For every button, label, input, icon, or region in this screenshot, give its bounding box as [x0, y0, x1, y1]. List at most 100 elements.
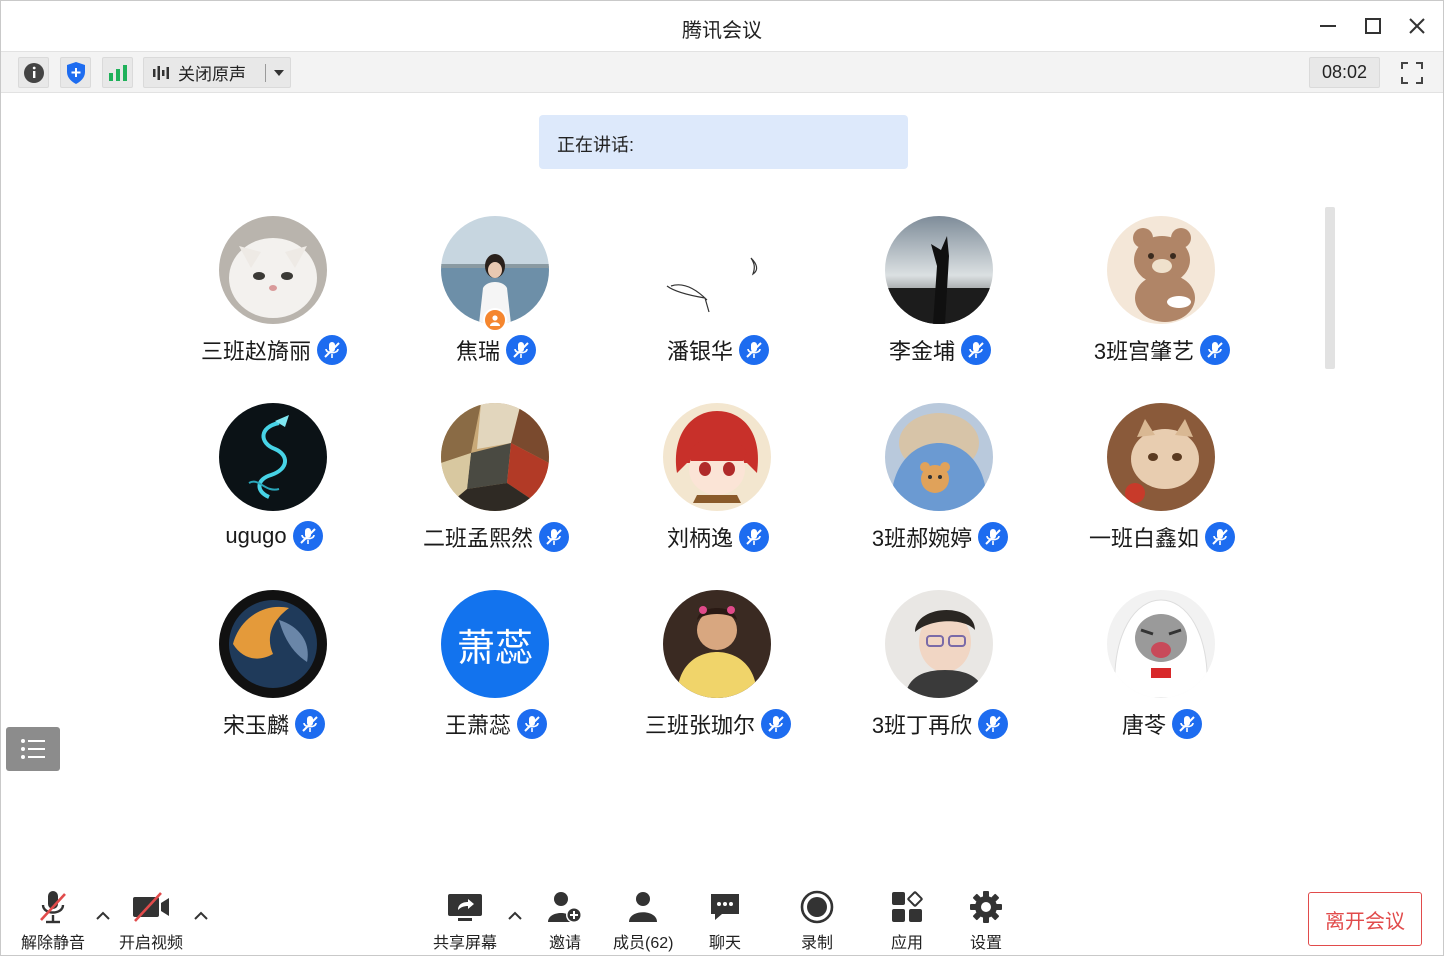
- text-avatar: 萧蕊: [441, 590, 549, 698]
- mic-muted-icon: [1172, 709, 1202, 739]
- white-cat-avatar-icon: [219, 216, 327, 324]
- participant-name: 3班郝婉婷: [871, 526, 973, 551]
- minimize-icon: [1320, 25, 1336, 27]
- chat-icon: [708, 887, 742, 927]
- participant-scrollbar[interactable]: [1325, 207, 1335, 369]
- mic-muted-icon: [978, 709, 1009, 739]
- meeting-controls: 解除静音 开启视频 共享屏幕 邀请 成员(62) 聊天 录制 应用 设置: [1, 879, 1443, 956]
- apps-icon: [890, 887, 924, 927]
- participant-name: ugugo: [225, 523, 287, 548]
- participant-name: 宋玉麟: [222, 713, 289, 738]
- participant-name: 刘柄逸: [666, 526, 733, 551]
- participant-tile[interactable]: 3班宫肇艺: [1051, 216, 1273, 386]
- record-button[interactable]: 录制: [800, 887, 834, 953]
- participant-tile[interactable]: 3班丁再欣: [829, 590, 1051, 760]
- participant-tile[interactable]: 三班赵旖丽: [163, 216, 385, 386]
- participant-name: 一班白鑫如: [1088, 526, 1199, 551]
- participant-name: 3班宫肇艺: [1093, 339, 1195, 364]
- boy-glasses-avatar-icon: [885, 590, 993, 698]
- participant-tile[interactable]: 刘柄逸: [607, 403, 829, 573]
- participant-tile[interactable]: 二班孟熙然: [385, 403, 607, 573]
- mic-muted-icon: [517, 709, 547, 739]
- record-icon: [800, 887, 834, 927]
- invite-label: 邀请: [548, 935, 581, 952]
- unmute-button[interactable]: 解除静音: [21, 887, 85, 953]
- maximize-icon: [1365, 18, 1381, 34]
- settings-button[interactable]: 设置: [969, 887, 1003, 953]
- chat-button[interactable]: 聊天: [708, 887, 742, 953]
- participant-name: 三班赵旖丽: [200, 339, 311, 364]
- mic-off-icon: [38, 887, 68, 927]
- original-sound-toggle[interactable]: 关闭原声: [143, 57, 291, 88]
- line-sketch-avatar-icon: [663, 216, 771, 324]
- add-user-icon: [547, 887, 583, 927]
- fisheye-planet-avatar-icon: [219, 590, 327, 698]
- start-video-button[interactable]: 开启视频: [119, 887, 183, 953]
- audio-wave-icon: [152, 64, 172, 82]
- participant-tile[interactable]: 3班郝婉婷: [829, 403, 1051, 573]
- settings-label: 设置: [969, 935, 1002, 952]
- meeting-info-button[interactable]: [18, 57, 49, 88]
- window-title: 腾讯会议: [682, 20, 762, 42]
- apps-button[interactable]: 应用: [890, 887, 924, 953]
- audio-options-chevron-icon[interactable]: [95, 909, 111, 921]
- participant-name: 三班张珈尔: [644, 713, 755, 738]
- participant-tile[interactable]: 潘银华: [607, 216, 829, 386]
- maximize-button[interactable]: [1358, 11, 1388, 41]
- participant-tile[interactable]: 宋玉麟: [163, 590, 385, 760]
- security-shield-icon: [66, 61, 85, 84]
- layout-list-button[interactable]: [6, 727, 60, 771]
- start-video-label: 开启视频: [119, 935, 184, 952]
- sunset-hand-avatar-icon: [885, 216, 993, 324]
- participant-tile[interactable]: 焦瑞: [385, 216, 607, 386]
- audio-dropdown-caret-icon[interactable]: [274, 70, 284, 76]
- participant-name: 二班孟熙然: [422, 526, 533, 551]
- mic-muted-icon: [1205, 522, 1235, 552]
- minimize-button[interactable]: [1313, 11, 1343, 41]
- participant-name: 唐苓: [1121, 713, 1166, 738]
- avatar-initials: 萧蕊: [456, 627, 533, 670]
- leave-meeting-button[interactable]: 离开会议: [1308, 892, 1422, 946]
- close-button[interactable]: [1402, 11, 1432, 41]
- neon-dragon-avatar-icon: [219, 403, 327, 511]
- fullscreen-icon: [1400, 61, 1423, 84]
- anime-red-hair-avatar-icon: [663, 403, 771, 511]
- participant-tile[interactable]: 萧蕊 王萧蕊: [385, 590, 607, 760]
- participant-tile[interactable]: 三班张珈尔: [607, 590, 829, 760]
- meeting-window: 腾讯会议 关闭原声 08:02 正在讲话: 三班赵旖丽 焦瑞 潘银华 李金埔 3…: [0, 0, 1444, 956]
- share-options-chevron-icon[interactable]: [507, 909, 523, 921]
- participant-name: 潘银华: [666, 339, 733, 364]
- mic-muted-icon: [739, 522, 769, 552]
- mic-muted-icon: [317, 335, 347, 365]
- mic-muted-icon: [539, 522, 569, 552]
- participant-tile[interactable]: 唐苓: [1051, 590, 1273, 760]
- invite-button[interactable]: 邀请: [547, 887, 583, 953]
- orange-cat-avatar-icon: [1107, 403, 1215, 511]
- mic-muted-icon: [295, 709, 325, 739]
- speaking-indicator: 正在讲话:: [539, 115, 908, 169]
- share-screen-button[interactable]: 共享屏幕: [433, 887, 497, 953]
- members-button[interactable]: 成员(62): [613, 887, 673, 953]
- info-icon: [23, 62, 44, 83]
- security-button[interactable]: [60, 57, 91, 88]
- participant-name: 焦瑞: [455, 339, 500, 364]
- participant-name: 李金埔: [888, 339, 955, 364]
- fullscreen-button[interactable]: [1396, 57, 1427, 88]
- audio-toggle-label: 关闭原声: [178, 65, 246, 84]
- participant-tile[interactable]: 李金埔: [829, 216, 1051, 386]
- blue-hoodie-bear-avatar-icon: [885, 403, 993, 511]
- network-status-button[interactable]: [102, 57, 133, 88]
- participant-tile[interactable]: ugugo: [163, 403, 385, 573]
- network-signal-icon: [108, 64, 127, 81]
- title-bar: 腾讯会议: [1, 1, 1443, 51]
- mic-muted-icon: [761, 709, 791, 739]
- video-options-chevron-icon[interactable]: [193, 909, 209, 921]
- participant-tile[interactable]: 一班白鑫如: [1051, 403, 1273, 573]
- record-label: 录制: [800, 935, 833, 952]
- mic-muted-icon: [961, 335, 991, 365]
- gear-icon: [969, 887, 1003, 927]
- members-icon: [625, 887, 661, 927]
- mic-muted-icon: [739, 335, 769, 365]
- cat-in-hoodie-avatar-icon: [1107, 590, 1215, 698]
- mic-muted-icon: [978, 522, 1009, 552]
